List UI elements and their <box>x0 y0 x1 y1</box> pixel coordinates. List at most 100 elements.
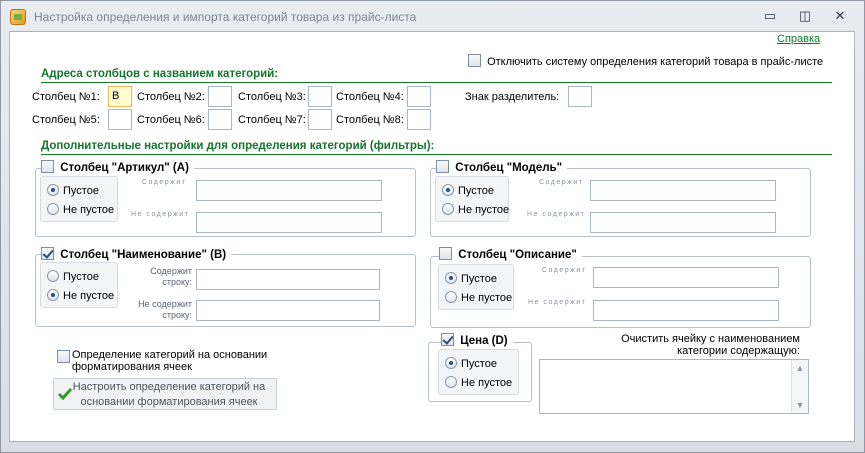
name-not-contains-input[interactable] <box>196 300 380 321</box>
title-bar[interactable]: Настройка определения и импорта категори… <box>1 1 864 31</box>
configure-formatting-line1: Настроить определение категорий на <box>72 381 266 393</box>
formatting-checkbox[interactable] <box>57 350 70 363</box>
article-not-empty-option[interactable]: Не пустое <box>47 203 114 219</box>
model-filter-title: Столбец "Модель" <box>455 162 563 174</box>
configure-formatting-line2: основании форматирования ячеек <box>80 396 258 408</box>
column-6-label: Столбец №6: <box>137 114 205 126</box>
name-filter-caption[interactable]: Столбец "Наименование" (В) <box>41 247 232 261</box>
price-filter-checkbox[interactable] <box>441 333 454 346</box>
description-contains-input[interactable] <box>593 267 779 288</box>
price-not-empty-label: Не пустое <box>461 377 513 389</box>
disable-system-checkbox[interactable] <box>468 54 481 67</box>
model-not-contains-input[interactable] <box>590 212 776 233</box>
column-3-input[interactable] <box>308 86 332 107</box>
article-not-empty-radio[interactable] <box>47 203 59 215</box>
model-empty-option[interactable]: Пустое <box>442 184 494 200</box>
article-radio-group: Пустое Не пустое <box>40 176 118 222</box>
price-filter-caption[interactable]: Цена (D) <box>441 333 513 347</box>
dialog-content: Справка Отключить систему определения ка… <box>9 31 855 442</box>
model-contains-label: Содержит <box>539 179 584 186</box>
article-not-contains-input[interactable] <box>196 212 382 233</box>
name-empty-label: Пустое <box>63 271 99 283</box>
description-contains-label: Содержит <box>542 267 587 274</box>
green-check-icon <box>58 388 72 400</box>
description-empty-radio[interactable] <box>445 272 457 284</box>
column-1-label: Столбец №1: <box>32 91 100 103</box>
name-radio-group: Пустое Не пустое <box>40 262 118 308</box>
help-link[interactable]: Справка <box>777 33 820 45</box>
name-contains-input[interactable] <box>196 269 380 290</box>
disable-system-checkbox-row[interactable]: Отключить систему определения категорий … <box>468 54 823 68</box>
column-2-input[interactable] <box>208 86 232 107</box>
restore-button[interactable]: ◫ <box>793 7 817 25</box>
column-7-input[interactable] <box>308 109 332 130</box>
formatting-label-line1: Определение категорий на основании <box>72 349 268 361</box>
column-4-input[interactable] <box>407 86 431 107</box>
model-radio-group: Пустое Не пустое <box>435 176 509 222</box>
scroll-up-icon[interactable]: ▲ <box>794 362 806 374</box>
model-filter-checkbox[interactable] <box>436 160 449 173</box>
separator-input[interactable] <box>568 86 592 107</box>
column-8-input[interactable] <box>407 109 431 130</box>
article-filter-caption[interactable]: Столбец "Артикул" (А) <box>41 160 194 174</box>
article-filter-checkbox[interactable] <box>41 160 54 173</box>
description-not-empty-option[interactable]: Не пустое <box>445 291 512 307</box>
clear-cell-scrollbar[interactable]: ▲ ▼ <box>791 360 808 413</box>
article-contains-label: Содержит <box>142 179 187 186</box>
model-not-empty-option[interactable]: Не пустое <box>442 203 509 219</box>
column-4-label: Столбец №4: <box>336 91 404 103</box>
price-empty-radio[interactable] <box>445 357 457 369</box>
model-filter-caption[interactable]: Столбец "Модель" <box>436 160 568 174</box>
price-not-empty-radio[interactable] <box>445 376 457 388</box>
close-button[interactable]: ✕ <box>828 7 852 25</box>
description-not-empty-label: Не пустое <box>461 292 513 304</box>
name-filter-checkbox[interactable] <box>41 247 54 260</box>
price-empty-label: Пустое <box>461 358 497 370</box>
model-empty-radio[interactable] <box>442 184 454 196</box>
name-empty-option[interactable]: Пустое <box>47 270 99 286</box>
clear-cell-textarea[interactable]: ▲ ▼ <box>539 359 809 414</box>
description-empty-option[interactable]: Пустое <box>445 272 497 288</box>
settings-window: Настройка определения и импорта категори… <box>0 0 865 453</box>
formatting-label-line2: форматирования ячеек <box>72 361 192 373</box>
description-filter-checkbox[interactable] <box>439 247 452 260</box>
clear-cell-label-line2: категории содержащую: <box>677 345 800 357</box>
description-filter-caption[interactable]: Столбец "Описание" <box>439 247 582 261</box>
window-title: Настройка определения и импорта категори… <box>34 10 417 24</box>
description-radio-group: Пустое Не пустое <box>438 264 514 310</box>
model-not-empty-label: Не пустое <box>458 204 510 216</box>
column-1-input[interactable]: B <box>108 86 132 107</box>
filters-section-divider <box>41 154 832 155</box>
price-empty-option[interactable]: Пустое <box>445 357 497 373</box>
description-not-contains-label: Не содержит <box>528 299 587 306</box>
column-5-input[interactable] <box>108 109 132 130</box>
article-empty-option[interactable]: Пустое <box>47 184 99 200</box>
price-not-empty-option[interactable]: Не пустое <box>445 376 512 392</box>
description-not-contains-input[interactable] <box>593 300 779 321</box>
separator-label: Знак разделитель: <box>465 91 560 103</box>
clear-cell-label-line1: Очистить ячейку с наименованием <box>621 333 800 345</box>
formatting-checkbox-row[interactable]: Определение категорий на основании форма… <box>57 349 267 373</box>
scroll-down-icon[interactable]: ▼ <box>794 399 806 411</box>
article-filter-title: Столбец "Артикул" (А) <box>60 162 189 174</box>
configure-formatting-button[interactable]: Настроить определение категорий на основ… <box>53 378 277 410</box>
name-empty-radio[interactable] <box>47 270 59 282</box>
column-2-label: Столбец №2: <box>137 91 205 103</box>
article-empty-radio[interactable] <box>47 184 59 196</box>
model-not-contains-label: Не содержит <box>527 211 586 218</box>
column-7-label: Столбец №7: <box>238 114 306 126</box>
column-5-label: Столбец №5: <box>32 114 100 126</box>
article-contains-input[interactable] <box>196 180 382 201</box>
price-radio-group: Пустое Не пустое <box>438 349 519 395</box>
description-not-empty-radio[interactable] <box>445 291 457 303</box>
model-not-empty-radio[interactable] <box>442 203 454 215</box>
clear-cell-label: Очистить ячейку с наименованием категори… <box>610 333 800 357</box>
column-1-value: B <box>112 90 120 102</box>
column-6-input[interactable] <box>208 109 232 130</box>
minimize-button[interactable]: ▭ <box>758 7 782 25</box>
name-not-empty-radio[interactable] <box>47 289 59 301</box>
name-not-contains-label: Не содержит строку: <box>138 299 192 320</box>
model-contains-input[interactable] <box>590 180 776 201</box>
name-not-empty-option[interactable]: Не пустое <box>47 289 114 305</box>
article-not-empty-label: Не пустое <box>63 204 115 216</box>
